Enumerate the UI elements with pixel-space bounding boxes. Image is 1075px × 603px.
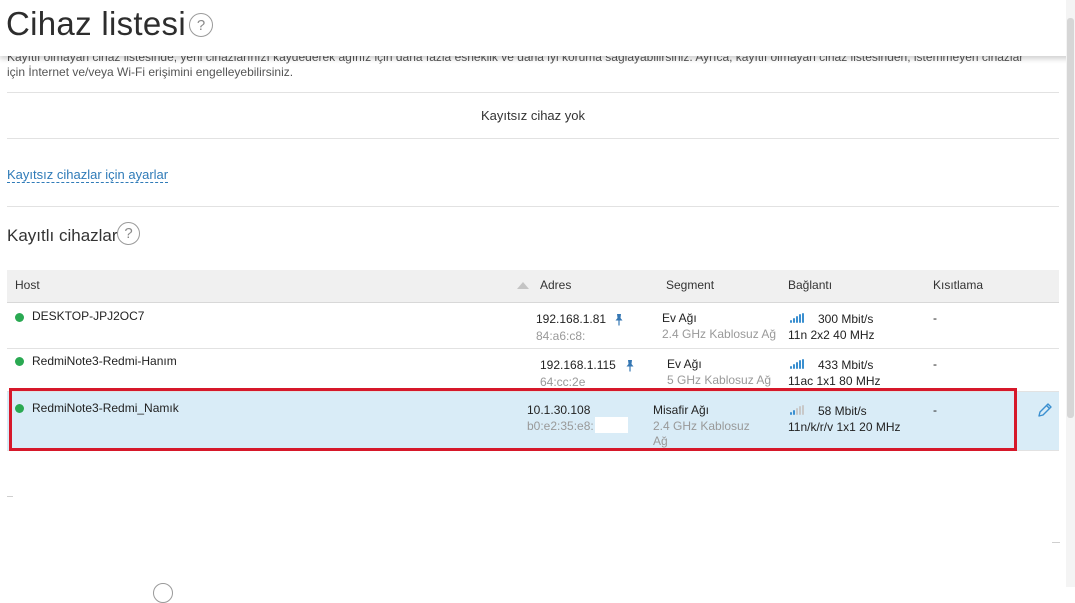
divider [7, 92, 1059, 93]
empty-list-text: Kayıtsız cihaz yok [480, 108, 586, 123]
column-host[interactable]: Host [15, 278, 40, 292]
status-dot [15, 357, 24, 366]
ip-address: 10.1.30.108 [527, 403, 591, 417]
segment-band: 5 GHz Kablosuz Ağ [667, 373, 772, 387]
link-mode: 11ac 1x1 80 MHz [788, 374, 881, 388]
mac-address: 64:cc:2e [540, 375, 586, 389]
restriction-value: - [933, 357, 937, 371]
column-restriction[interactable]: Kısıtlama [933, 278, 983, 292]
link-mode: 11n/k/r/v 1x1 20 MHz [788, 420, 901, 434]
signal-strength-icon [790, 405, 804, 415]
divider [7, 206, 1059, 207]
pin-icon [615, 314, 623, 326]
help-icon[interactable] [153, 583, 173, 603]
pencil-edit-icon[interactable] [1036, 401, 1054, 419]
signal-strength-icon [790, 313, 804, 323]
pin-icon [626, 360, 634, 372]
ip-address: 192.168.1.115 [540, 358, 616, 372]
host-name: DESKTOP-JPJ2OC7 [32, 309, 145, 323]
section-title: Kayıtlı cihazlar [7, 226, 118, 245]
help-icon[interactable]: ? [189, 13, 213, 37]
help-icon[interactable]: ? [117, 222, 140, 245]
host-name: RedmiNote3-Redmi_Namık [32, 401, 179, 415]
segment-band: 2.4 GHz Kablosuz Ağ [662, 327, 777, 341]
sort-ascending-icon[interactable] [517, 282, 529, 289]
column-segment[interactable]: Segment [666, 278, 714, 292]
status-dot [15, 313, 24, 322]
divider [7, 138, 1059, 139]
link-speed: 300 Mbit/s [818, 312, 874, 326]
link-mode: 11n 2x2 40 MHz [788, 328, 875, 342]
column-connection[interactable]: Bağlantı [788, 278, 832, 292]
segment-band: 2.4 GHz Kablosuz Ağ [653, 419, 750, 448]
ip-address: 192.168.1.81 [536, 312, 607, 326]
scrollbar-thumb[interactable] [1067, 18, 1074, 418]
signal-strength-icon [790, 359, 804, 369]
link-speed: 58 Mbit/s [818, 404, 867, 418]
redaction-mask [595, 417, 628, 433]
unregistered-settings-link[interactable]: Kayıtsız cihazlar için ayarlar [7, 167, 169, 183]
segment-name: Ev Ağı [667, 357, 702, 371]
status-dot [15, 404, 24, 413]
mac-address: b0:e2:35:e8: [527, 419, 594, 433]
table-row-selected[interactable]: RedmiNote3-Redmi_Namık 10.1.30.108 b0:e2… [7, 392, 1059, 451]
table-row[interactable]: DESKTOP-JPJ2OC7 192.168.1.81 84:a6:c8: E… [7, 303, 1059, 349]
divider [1052, 542, 1060, 543]
restriction-value: - [933, 403, 937, 417]
page-header: Cihaz listesi ? [0, 0, 1075, 56]
table-header: Host Adres Segment Bağlantı Kısıtlama [7, 270, 1059, 303]
restriction-value: - [933, 311, 937, 325]
page-title: Cihaz listesi [6, 5, 186, 42]
segment-name: Ev Ağı [662, 311, 697, 325]
link-speed: 433 Mbit/s [818, 358, 874, 372]
host-name: RedmiNote3-Redmi-Hanım [32, 354, 177, 368]
mac-address: 84:a6:c8: [536, 329, 586, 343]
column-address[interactable]: Adres [540, 278, 571, 292]
divider [7, 496, 13, 497]
segment-name: Misafir Ağı [653, 403, 710, 417]
table-row[interactable]: RedmiNote3-Redmi-Hanım 192.168.1.115 64:… [7, 349, 1059, 392]
